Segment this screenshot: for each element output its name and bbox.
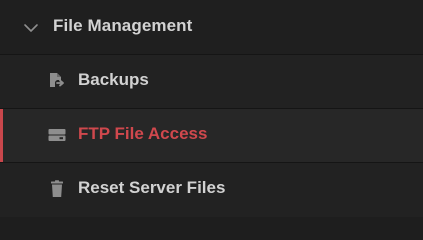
chevron-down-icon [24,24,38,32]
file-management-menu: File Management Backups FTP File Access … [0,0,423,217]
ftp-drive-icon [48,129,66,141]
menu-item-label: FTP File Access [78,124,208,143]
menu-item-reset-server-files[interactable]: Reset Server Files [0,162,423,217]
trash-icon [51,180,63,197]
backup-icon [50,73,64,87]
menu-item-label: Reset Server Files [78,178,226,197]
menu-item-ftp-file-access[interactable]: FTP File Access [0,108,423,162]
menu-item-backups[interactable]: Backups [0,54,423,108]
active-indicator [0,109,3,162]
file-management-section-header[interactable]: File Management [0,0,423,54]
section-title: File Management [53,16,193,35]
menu-item-label: Backups [78,70,149,89]
